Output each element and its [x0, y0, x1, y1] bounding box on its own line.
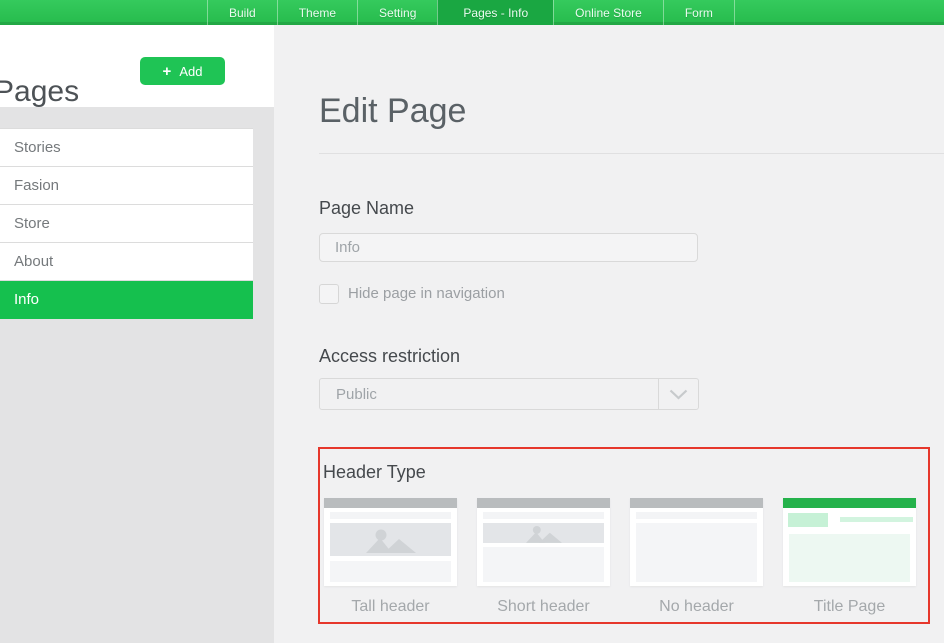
- tab-online-store[interactable]: Online Store: [553, 0, 663, 25]
- sidebar-header: Pages + Add: [0, 25, 274, 107]
- header-type-option-none[interactable]: No header: [630, 498, 763, 616]
- thumb-content-block: [483, 547, 604, 582]
- add-page-button[interactable]: + Add: [140, 57, 225, 85]
- thumb-navline: [330, 512, 451, 519]
- title-divider: [319, 153, 944, 154]
- access-restriction-dropdown[interactable]: Public: [319, 378, 699, 410]
- header-type-option-label: No header: [630, 598, 763, 616]
- tab-build[interactable]: Build: [207, 0, 277, 25]
- page-title: Edit Page: [319, 91, 944, 131]
- header-type-option-label: Tall header: [324, 598, 457, 616]
- thumb-title-block: [788, 513, 828, 527]
- tall-header-thumbnail: [324, 498, 457, 586]
- thumb-navline: [636, 512, 757, 519]
- thumb-topbar: [477, 498, 610, 508]
- sidebar-item-store[interactable]: Store: [0, 205, 253, 243]
- page-name-label: Page Name: [319, 198, 944, 219]
- header-type-option-label: Short header: [477, 598, 610, 616]
- page-name-input[interactable]: [319, 233, 698, 262]
- thumb-content-block: [330, 561, 451, 582]
- header-type-option-tall[interactable]: Tall header: [324, 498, 457, 616]
- page-list: Stories Fasion Store About Info: [0, 128, 253, 319]
- access-restriction-label: Access restriction: [319, 346, 944, 367]
- header-type-section: Header Type Tall header: [318, 447, 930, 624]
- header-type-option-label: Title Page: [783, 598, 916, 616]
- image-placeholder-icon: [330, 523, 451, 556]
- pages-sidebar: Pages + Add Stories Fasion Store About I…: [0, 25, 274, 643]
- sidebar-item-info[interactable]: Info: [0, 281, 253, 319]
- header-type-option-title-page[interactable]: Title Page: [783, 498, 916, 616]
- tab-pages-info[interactable]: Pages - Info: [437, 0, 553, 25]
- thumb-navline: [483, 512, 604, 519]
- no-header-thumbnail: [630, 498, 763, 586]
- sidebar-item-about[interactable]: About: [0, 243, 253, 281]
- topnav-spacer: [0, 0, 207, 25]
- chevron-down-icon: [658, 379, 698, 409]
- top-navigation: Build Theme Setting Pages - Info Online …: [0, 0, 944, 25]
- thumb-topbar: [324, 498, 457, 508]
- hide-page-row: Hide page in navigation: [319, 283, 944, 304]
- tab-theme[interactable]: Theme: [277, 0, 357, 25]
- add-page-button-label: Add: [179, 64, 202, 79]
- thumb-topbar: [783, 498, 916, 508]
- header-type-option-short[interactable]: Short header: [477, 498, 610, 616]
- edit-page-panel: Edit Page Page Name Hide page in navigat…: [274, 25, 944, 643]
- header-type-label: Header Type: [323, 462, 928, 483]
- thumb-title-line: [840, 517, 913, 522]
- sidebar-item-fasion[interactable]: Fasion: [0, 167, 253, 205]
- dropdown-selected-value: Public: [320, 386, 658, 403]
- plus-icon: +: [163, 64, 172, 79]
- thumb-content-block: [789, 534, 910, 582]
- hide-page-label: Hide page in navigation: [348, 285, 505, 302]
- sidebar-title: Pages: [0, 75, 79, 109]
- short-header-thumbnail: [477, 498, 610, 586]
- title-page-thumbnail: [783, 498, 916, 586]
- image-placeholder-icon: [483, 523, 604, 543]
- thumb-content-block: [636, 523, 757, 582]
- thumb-topbar: [630, 498, 763, 508]
- header-type-options: Tall header Short header: [324, 498, 928, 616]
- tab-setting[interactable]: Setting: [357, 0, 437, 25]
- tab-form[interactable]: Form: [663, 0, 735, 25]
- hide-page-checkbox[interactable]: [319, 284, 339, 304]
- sidebar-item-stories[interactable]: Stories: [0, 129, 253, 167]
